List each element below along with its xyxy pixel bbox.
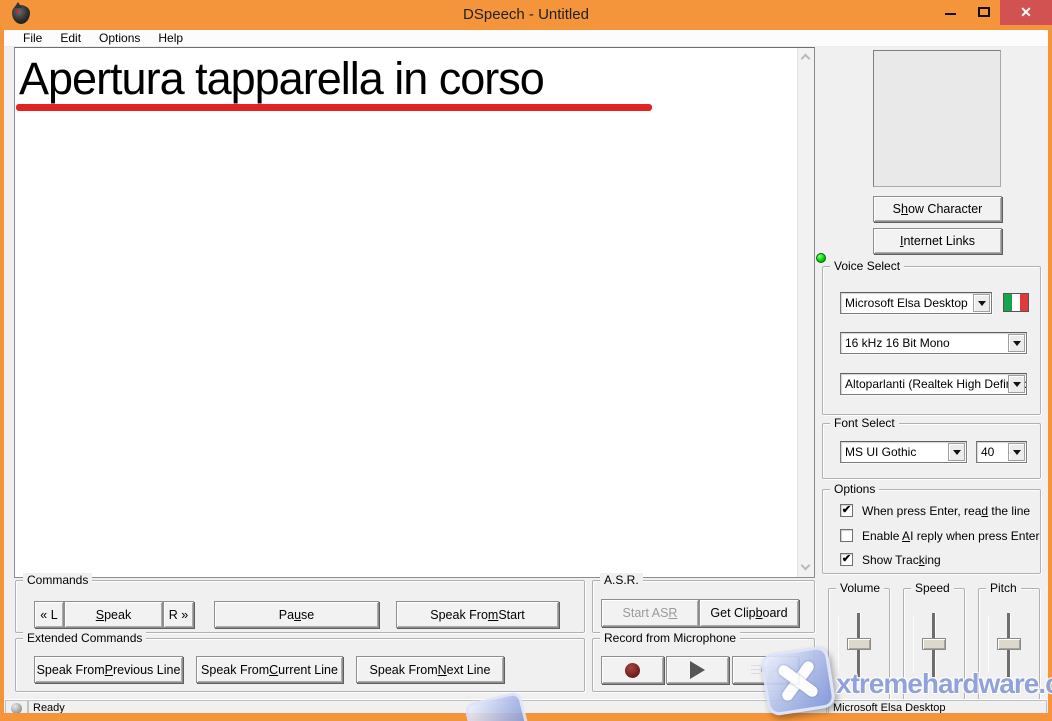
show-character-button[interactable]: Show Character	[873, 196, 1002, 222]
status-bar: Ready Microsoft Elsa Desktop	[4, 699, 1048, 713]
editor-scrollbar[interactable]	[797, 48, 814, 577]
asr-label: A.S.R.	[600, 573, 643, 588]
format-value: 16 kHz 16 Bit Mono	[845, 336, 950, 350]
speed-label: Speed	[911, 581, 954, 596]
device-value: Altoparlanti (Realtek High Definition	[845, 377, 1027, 391]
speak-right-button[interactable]: R »	[163, 601, 194, 628]
status-icon-panel	[5, 700, 28, 713]
dropdown-arrow-icon[interactable]	[948, 443, 965, 461]
voice-select-dropdown[interactable]: Microsoft Elsa Desktop	[840, 292, 992, 314]
minimize-button[interactable]	[932, 0, 968, 24]
commands-label: Commands	[23, 573, 92, 588]
green-dot-icon	[816, 253, 826, 263]
menubar: File Edit Options Help	[4, 30, 1048, 47]
pitch-label: Pitch	[986, 581, 1021, 596]
pause-button[interactable]: Pause	[214, 601, 379, 628]
play-button[interactable]	[666, 656, 729, 684]
voice-select-label: Voice Select	[830, 259, 904, 274]
voice-value: Microsoft Elsa Desktop	[845, 296, 968, 310]
slider-ticks	[913, 615, 914, 673]
close-icon: ✕	[1020, 4, 1032, 21]
pitch-slider-thumb[interactable]	[997, 638, 1021, 650]
font-size-value: 40	[981, 445, 994, 459]
extended-commands-group: Extended Commands Speak From Previous Li…	[15, 638, 585, 692]
text-editor[interactable]: Apertura tapparella in corso	[14, 47, 815, 578]
status-message: Ready	[28, 700, 827, 713]
menu-file[interactable]: File	[14, 31, 51, 45]
record-label: Record from Microphone	[600, 631, 740, 646]
maximize-icon	[978, 7, 990, 17]
record-icon	[625, 663, 640, 678]
window-title: DSpeech - Untitled	[0, 6, 1052, 23]
dropdown-arrow-icon[interactable]	[973, 294, 990, 312]
audio-format-dropdown[interactable]: 16 kHz 16 Bit Mono	[840, 332, 1027, 354]
slider-ticks	[838, 615, 839, 673]
menu-edit[interactable]: Edit	[51, 31, 90, 45]
play-icon	[690, 661, 705, 679]
dropdown-arrow-icon[interactable]	[1008, 375, 1025, 393]
internet-links-button[interactable]: Internet Links	[873, 228, 1002, 254]
character-display	[873, 50, 1001, 187]
font-size-dropdown[interactable]: 40	[976, 441, 1027, 463]
get-clipboard-button[interactable]: Get Clipboard	[699, 599, 799, 627]
watermark-text: xtremehardware.com	[836, 668, 1052, 700]
tracking-underline	[16, 104, 652, 111]
italian-flag-icon	[1003, 293, 1029, 312]
dropdown-arrow-icon[interactable]	[1008, 443, 1025, 461]
volume-slider-thumb[interactable]	[847, 638, 871, 650]
start-asr-button[interactable]: Start ASR	[601, 599, 699, 627]
font-family-dropdown[interactable]: MS UI Gothic	[840, 441, 967, 463]
speak-from-start-button[interactable]: Speak From Start	[396, 601, 559, 628]
font-select-label: Font Select	[830, 416, 899, 431]
checkbox-read-line[interactable]: ✔	[840, 504, 853, 517]
options-group: Options ✔ When press Enter, read the lin…	[822, 489, 1041, 574]
speak-left-button[interactable]: « L	[34, 601, 64, 628]
window-controls: ✕	[932, 0, 1052, 25]
extended-commands-label: Extended Commands	[23, 631, 146, 646]
chevron-down-icon[interactable]	[802, 563, 811, 572]
checkbox-read-line-label: When press Enter, read the line	[862, 504, 1030, 518]
dropdown-arrow-icon[interactable]	[1008, 334, 1025, 352]
checkbox-ai-reply-label: Enable AI reply when press Enter	[862, 529, 1039, 543]
slider-ticks	[988, 615, 989, 673]
close-button[interactable]: ✕	[1000, 0, 1052, 25]
chevron-up-icon[interactable]	[802, 53, 811, 62]
speak-previous-line-button[interactable]: Speak From Previous Line	[34, 656, 183, 683]
dspeech-window: DSpeech - Untitled ✕ File Edit Options H…	[0, 0, 1052, 721]
checkbox-show-tracking[interactable]: ✔	[840, 553, 853, 566]
asr-group: A.S.R. Start ASR Get Clipboard	[592, 580, 815, 633]
checkbox-ai-reply[interactable]	[840, 529, 853, 542]
status-voice: Microsoft Elsa Desktop	[828, 700, 1047, 713]
checkbox-show-tracking-label: Show Tracking	[862, 553, 941, 567]
font-value: MS UI Gothic	[845, 445, 916, 459]
commands-group: Commands « L Speak R » Pause Speak From …	[15, 580, 585, 633]
output-device-dropdown[interactable]: Altoparlanti (Realtek High Definition	[840, 373, 1027, 395]
editor-text: Apertura tapparella in corso	[19, 54, 544, 104]
options-label: Options	[830, 482, 879, 497]
voice-select-group: Voice Select Microsoft Elsa Desktop 16 k…	[822, 266, 1041, 415]
speak-button[interactable]: Speak	[64, 601, 163, 628]
speak-next-line-button[interactable]: Speak From Next Line	[356, 656, 504, 683]
volume-label: Volume	[836, 581, 884, 596]
menu-options[interactable]: Options	[90, 31, 149, 45]
maximize-button[interactable]	[968, 0, 1000, 24]
record-button[interactable]	[601, 656, 664, 684]
menu-help[interactable]: Help	[149, 31, 192, 45]
sphere-icon	[11, 703, 22, 713]
speak-current-line-button[interactable]: Speak From Current Line	[196, 656, 343, 683]
titlebar: DSpeech - Untitled ✕	[0, 0, 1052, 30]
font-select-group: Font Select MS UI Gothic 40	[822, 423, 1041, 479]
speed-slider-thumb[interactable]	[922, 638, 946, 650]
minimize-icon	[945, 13, 956, 15]
watermark-logo-icon	[760, 645, 837, 717]
